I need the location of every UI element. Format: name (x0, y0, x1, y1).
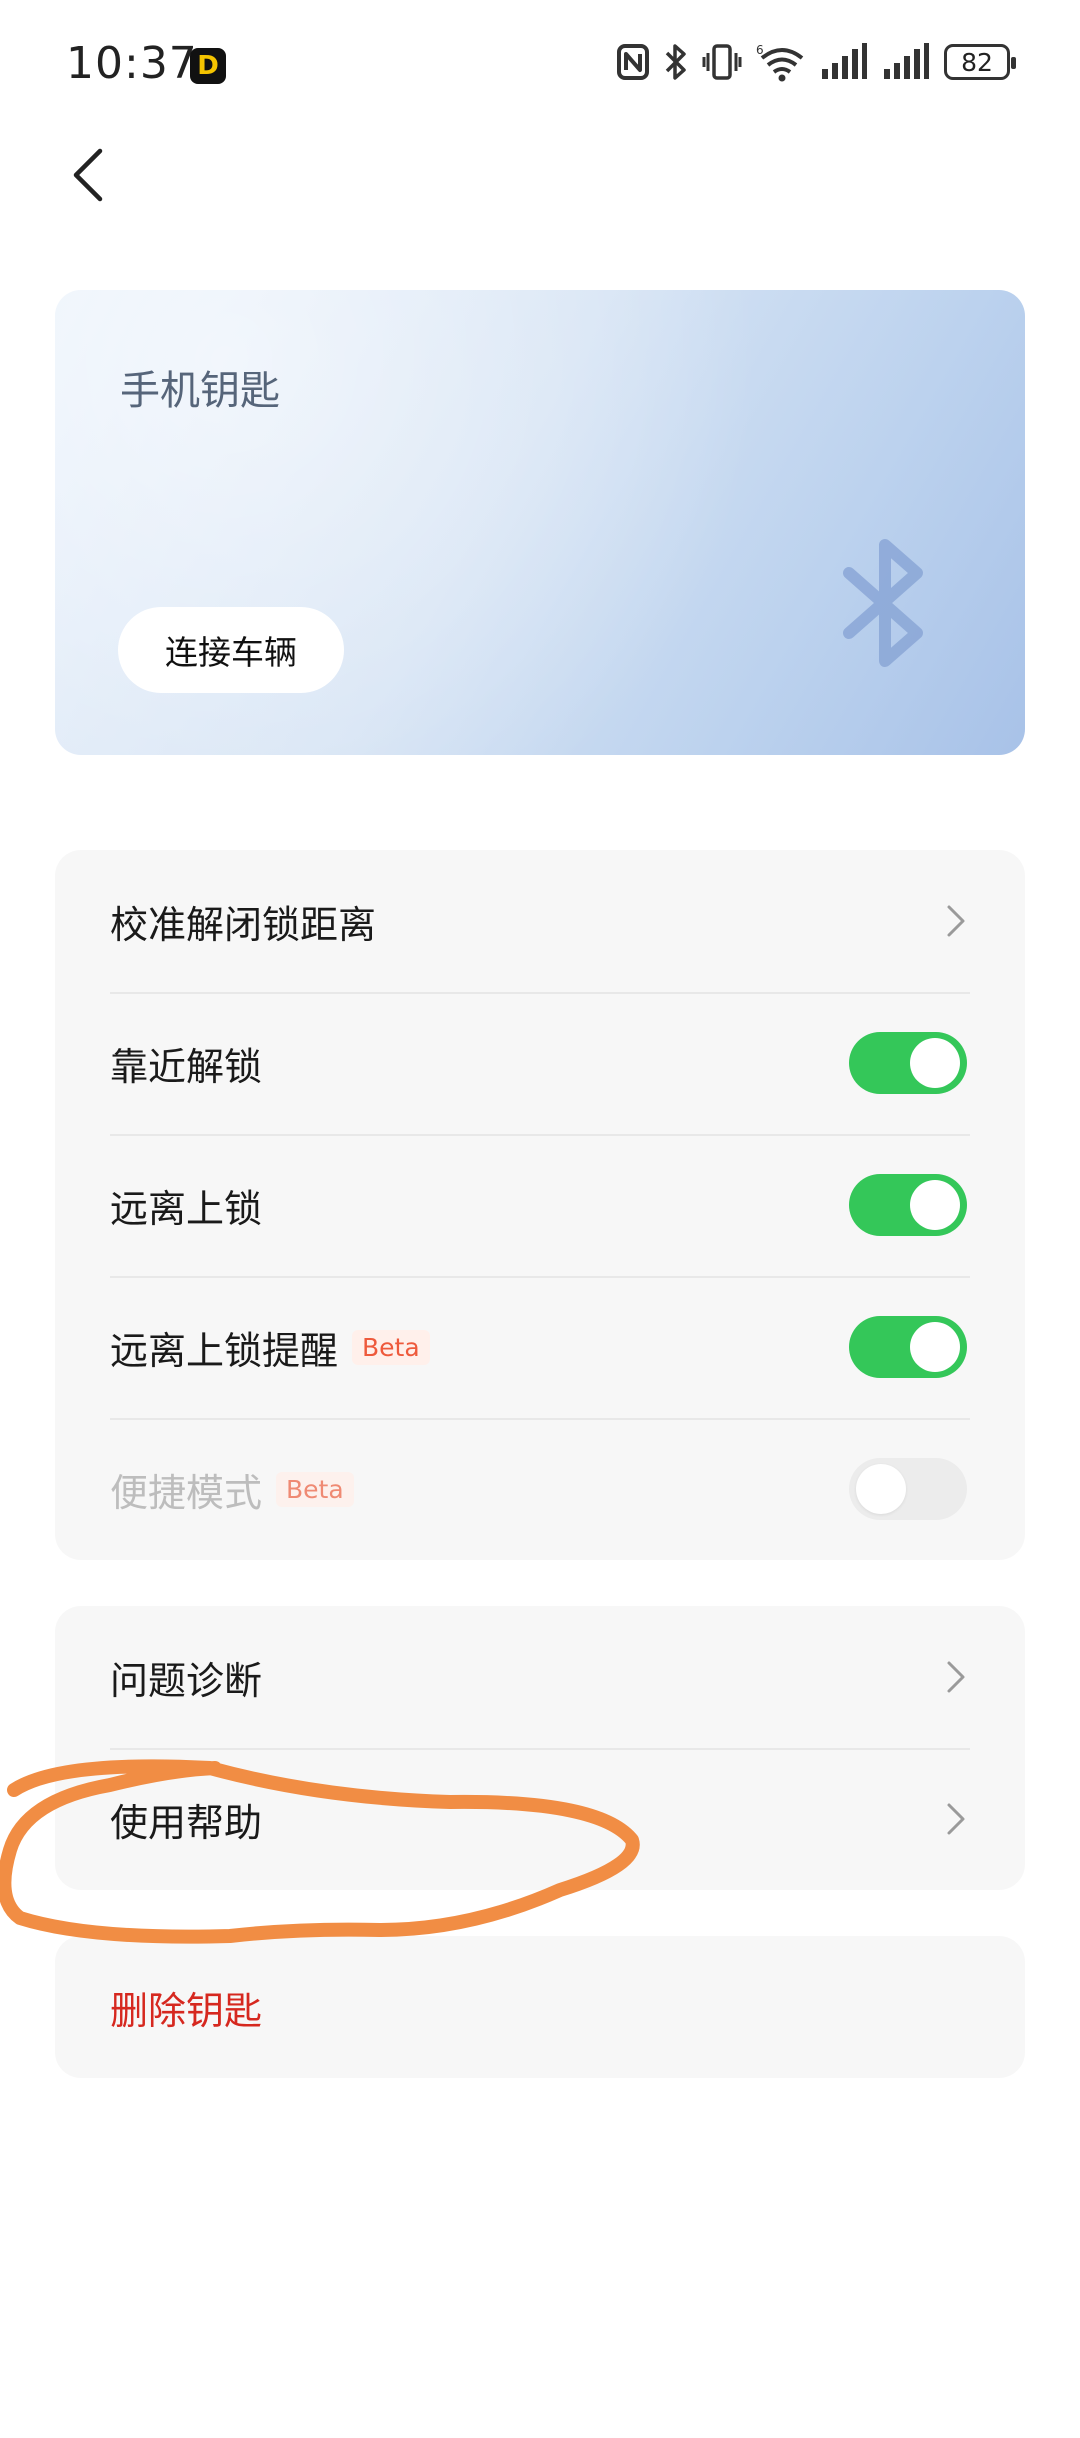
bluetooth-icon (665, 44, 686, 80)
walk-away-lock-row: 远离上锁 (55, 1134, 1025, 1276)
support-group: 问题诊断 使用帮助 (55, 1606, 1025, 1890)
chevron-right-icon (947, 905, 965, 937)
phone-key-card: 手机钥匙 连接车辆 (55, 290, 1025, 755)
row-label: 校准解闭锁距离 (110, 902, 377, 947)
connect-vehicle-button[interactable]: 连接车辆 (118, 607, 344, 693)
battery-level: 82 (961, 47, 993, 77)
beta-badge: Beta (276, 1471, 354, 1507)
status-time: 10:37 (66, 38, 198, 89)
status-icons: 6 82 (616, 42, 1016, 82)
delete-key-group: 删除钥匙 (55, 1936, 1025, 2078)
toggle-knob (910, 1038, 960, 1088)
app-notification-icon: D (190, 48, 226, 84)
chevron-right-icon (947, 1661, 965, 1693)
row-label: 问题诊断 (110, 1658, 263, 1703)
back-button[interactable] (68, 145, 128, 215)
row-label: 远离上锁 (110, 1186, 263, 1231)
beta-badge: Beta (352, 1329, 430, 1365)
signal-icon-1 (822, 43, 867, 79)
toggle-knob (856, 1464, 906, 1514)
row-label: 远离上锁提醒 (110, 1328, 339, 1373)
nfc-icon (617, 44, 649, 80)
bluetooth-icon (843, 539, 923, 667)
battery-icon: 82 (944, 44, 1016, 80)
card-title: 手机钥匙 (120, 368, 280, 414)
row-label: 使用帮助 (110, 1800, 263, 1845)
proximity-unlock-row: 靠近解锁 (55, 992, 1025, 1134)
calibrate-distance-row[interactable]: 校准解闭锁距离 (55, 850, 1025, 992)
convenience-mode-row: 便捷模式 Beta (55, 1418, 1025, 1560)
diagnostics-row[interactable]: 问题诊断 (55, 1606, 1025, 1748)
proximity-unlock-toggle[interactable] (849, 1032, 967, 1094)
signal-icon-2 (884, 43, 929, 79)
help-row[interactable]: 使用帮助 (55, 1748, 1025, 1890)
wifi-icon: 6 (756, 43, 804, 82)
delete-key-label: 删除钥匙 (110, 1988, 263, 2033)
convenience-mode-toggle[interactable] (849, 1458, 967, 1520)
key-settings-group: 校准解闭锁距离 靠近解锁 远离上锁 远离上锁提醒 Beta 便捷模式 Beta (55, 850, 1025, 1560)
row-label: 靠近解锁 (110, 1044, 263, 1089)
walk-away-lock-reminder-toggle[interactable] (849, 1316, 967, 1378)
back-arrow-icon (73, 148, 103, 202)
toggle-knob (910, 1322, 960, 1372)
status-bar: 10:37 D 6 82 (0, 0, 1080, 130)
svg-text:6: 6 (756, 43, 764, 57)
toggle-knob (910, 1180, 960, 1230)
vibrate-icon (702, 44, 742, 80)
row-label: 便捷模式 (110, 1470, 263, 1515)
chevron-right-icon (947, 1803, 965, 1835)
delete-key-row[interactable]: 删除钥匙 (55, 1936, 1025, 2078)
walk-away-lock-reminder-row: 远离上锁提醒 Beta (55, 1276, 1025, 1418)
walk-away-lock-toggle[interactable] (849, 1174, 967, 1236)
